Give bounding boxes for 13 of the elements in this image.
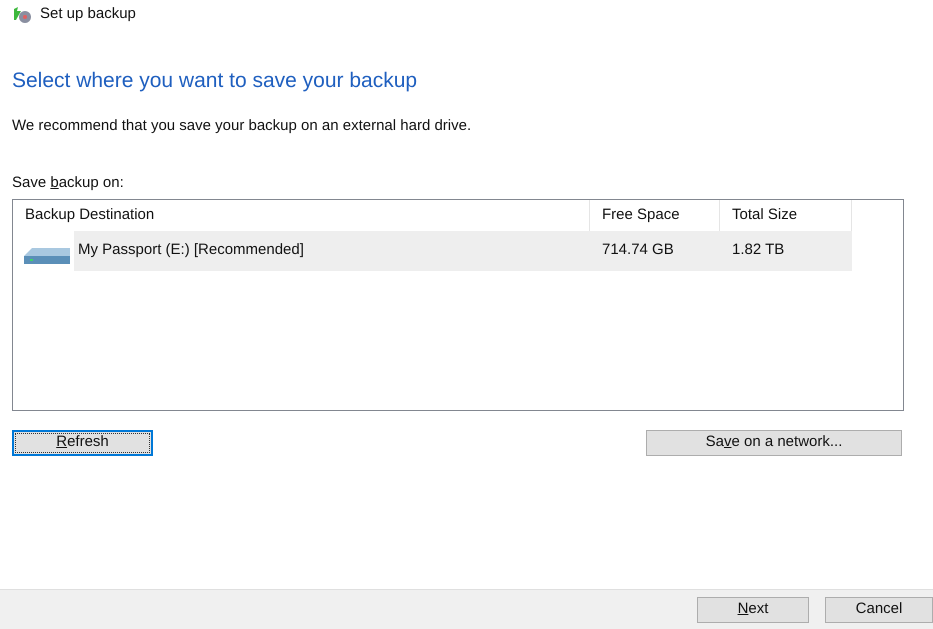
description-text: We recommend that you save your backup on an external hard drive. xyxy=(12,116,472,136)
table-cell-text: 1.82 TB xyxy=(731,240,786,260)
window-title: Set up backup xyxy=(40,4,136,24)
table-cell-text: 714.74 GB xyxy=(601,240,675,260)
backup-icon xyxy=(12,6,32,24)
dialog-button[interactable]: Next xyxy=(697,596,809,622)
list-label: Save backup on: xyxy=(12,173,125,193)
dialog-button[interactable]: Save on a network... xyxy=(646,430,902,456)
dialog-button[interactable]: Refresh xyxy=(12,430,153,456)
dialog-button[interactable]: Cancel xyxy=(825,596,933,622)
table-cell-text: My Passport (E:) [Recommended] xyxy=(77,240,305,260)
page-heading: Select where you want to save your backup xyxy=(12,68,418,94)
drive-row[interactable]: My Passport (E:) [Recommended] 714.74 GB 1.82 TB xyxy=(74,230,852,270)
